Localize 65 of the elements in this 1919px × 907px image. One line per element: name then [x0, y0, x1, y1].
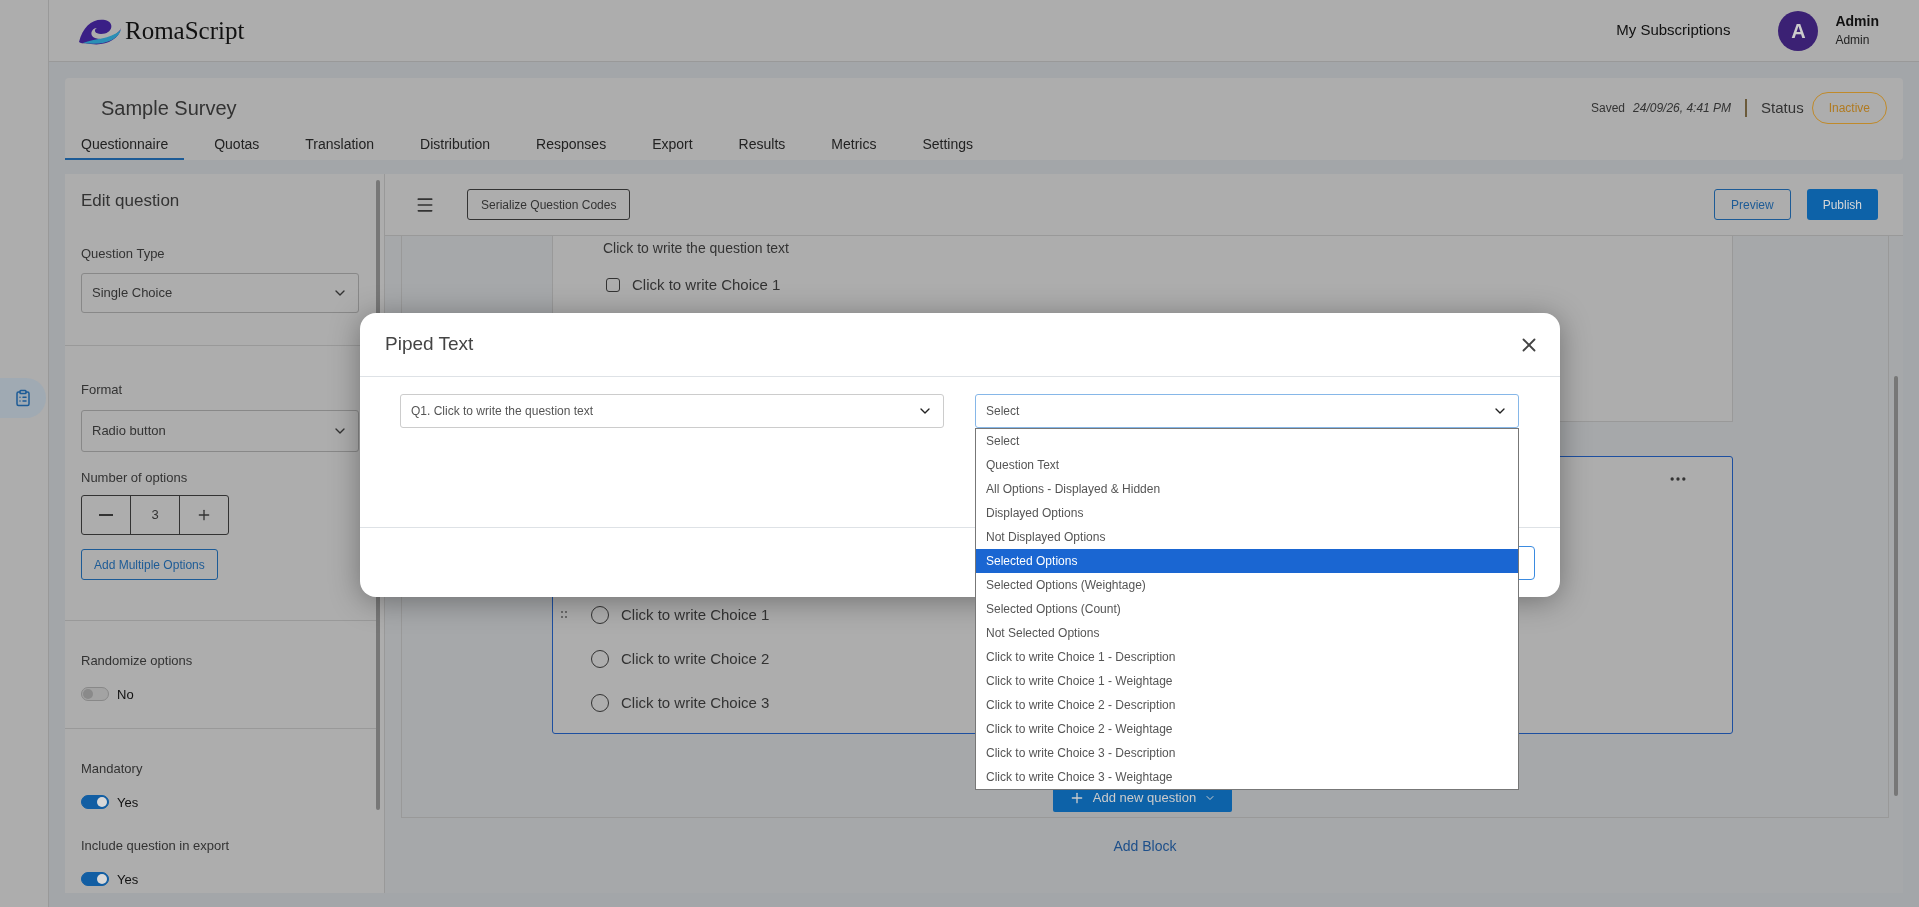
dropdown-option[interactable]: Question Text — [976, 453, 1518, 477]
user-avatar[interactable]: A — [1778, 10, 1819, 51]
brand-name: RomaScript — [125, 15, 245, 46]
tab[interactable]: Distribution — [404, 134, 507, 160]
dropdown-option[interactable]: Not Displayed Options — [976, 525, 1518, 549]
dialog-title: Piped Text — [385, 332, 474, 357]
dropdown-option[interactable]: Selected Options — [976, 549, 1518, 573]
field-label: Question Type — [81, 244, 166, 263]
setting-label: Include question in export — [81, 837, 231, 855]
choice-text[interactable]: Click to write Choice 1 — [632, 273, 781, 297]
dropdown-option[interactable]: Select — [976, 429, 1518, 453]
piped-field-select[interactable]: Select — [975, 394, 1519, 428]
setting-label: Mandatory — [81, 760, 144, 778]
publish-button[interactable]: Publish — [1806, 189, 1878, 220]
sidebar-item[interactable] — [0, 378, 46, 418]
field-label: Number of options — [81, 468, 189, 487]
subscriptions-link[interactable]: My Subscriptions — [1616, 19, 1731, 42]
question-text[interactable]: Click to write the question text — [603, 238, 1732, 259]
toggle-text: Yes — [117, 870, 139, 889]
dropdown-option[interactable]: Click to write Choice 1 - Weightage — [976, 669, 1518, 693]
tab[interactable]: Questionnaire — [65, 134, 185, 160]
option-count[interactable]: 3 — [131, 496, 180, 534]
dropdown-option[interactable]: Not Selected Options — [976, 621, 1518, 645]
toggle-text: No — [117, 685, 134, 704]
tab[interactable]: Export — [636, 134, 709, 160]
toggle-switch[interactable] — [81, 795, 109, 810]
dropdown-option[interactable]: Click to write Choice 2 - Description — [976, 693, 1518, 717]
status-label: Status — [1761, 97, 1804, 118]
survey-title: Sample Survey — [101, 96, 237, 121]
saved-label: Saved — [1591, 100, 1626, 117]
plus-icon — [196, 507, 212, 523]
panel-title: Edit question — [81, 190, 181, 212]
minus-icon — [99, 514, 113, 516]
format-select[interactable]: Radio button — [81, 409, 359, 452]
checkbox[interactable] — [606, 278, 620, 292]
user-name: Admin — [1835, 12, 1879, 31]
tab[interactable]: Settings — [906, 134, 989, 160]
tab[interactable]: Metrics — [815, 134, 893, 160]
drag-handle-icon[interactable] — [561, 611, 567, 619]
choice-text[interactable]: Click to write Choice 2 — [621, 647, 770, 671]
tab[interactable]: Quotas — [198, 134, 276, 160]
dropdown-option[interactable]: All Options - Displayed & Hidden — [976, 477, 1518, 501]
dropdown-option[interactable]: Click to write Choice 2 - Weightage — [976, 717, 1518, 741]
tab[interactable]: Translation — [289, 134, 391, 160]
user-role: Admin — [1835, 33, 1871, 49]
toggle-switch[interactable] — [81, 872, 109, 887]
tab[interactable]: Results — [722, 134, 802, 160]
tab[interactable]: Responses — [520, 134, 623, 160]
dropdown-option[interactable]: Selected Options (Weightage) — [976, 573, 1518, 597]
choice-text[interactable]: Click to write Choice 3 — [621, 691, 770, 715]
dropdown-option[interactable]: Displayed Options — [976, 501, 1518, 525]
toggle-switch[interactable] — [81, 687, 109, 702]
question-select[interactable]: Q1. Click to write the question text — [400, 394, 944, 428]
question-type-select[interactable]: Single Choice — [81, 273, 359, 313]
saved-time: 24/09/26, 4:41 PM — [1633, 100, 1732, 117]
field-label: Format — [81, 381, 124, 399]
add-block-link[interactable]: Add Block — [1113, 836, 1177, 857]
dropdown-option[interactable]: Click to write Choice 1 - Description — [976, 645, 1518, 669]
clipboard-icon — [14, 389, 32, 407]
setting-label: Randomize options — [81, 652, 194, 670]
dropdown-option[interactable]: Click to write Choice 3 - Description — [976, 741, 1518, 765]
serialize-button[interactable]: Serialize Question Codes — [467, 189, 631, 220]
dropdown-option[interactable]: Selected Options (Count) — [976, 597, 1518, 621]
choice-text[interactable]: Click to write Choice 1 — [621, 603, 770, 627]
toggle-text: Yes — [117, 793, 139, 812]
